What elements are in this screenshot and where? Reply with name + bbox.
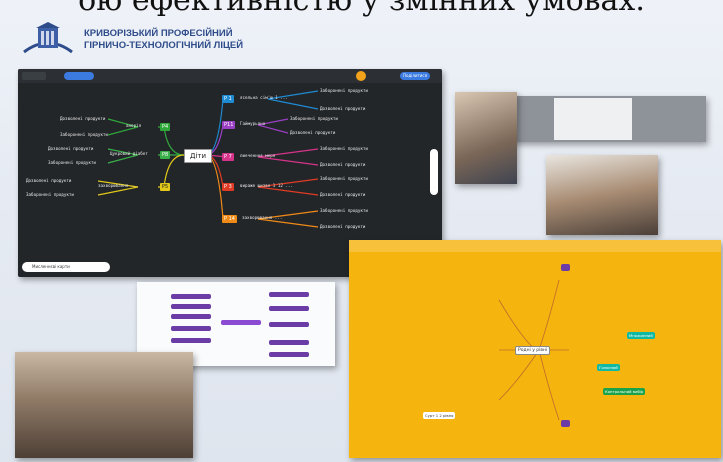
branch-label-3: лиеченння меря xyxy=(240,153,276,158)
leaf-7a: Дозволені продукти xyxy=(48,146,94,151)
zoom-controls[interactable] xyxy=(430,149,438,195)
leaf-8b: Заборонені продукти xyxy=(26,192,74,197)
purple-chip xyxy=(561,420,570,427)
purple-node xyxy=(171,338,211,343)
leaf-4b: Дозволені продукти xyxy=(320,192,366,197)
leaf-3a: Заборонені продукти xyxy=(320,146,368,151)
student-phone-photo-1 xyxy=(455,92,517,184)
student-phone-photo-2 xyxy=(546,155,658,235)
institution-name: КРИВОРІЗЬКИЙ ПРОФЕСІЙНИЙ ГІРНИЧО-ТЕХНОЛО… xyxy=(84,28,243,52)
purple-center-node xyxy=(221,320,261,325)
orange-mindmap-screenshot: Родні у рівні Множинний Голосний Контрол… xyxy=(349,240,721,458)
branch-label-5: захворювання ... xyxy=(242,215,283,220)
purple-node xyxy=(269,352,309,357)
classroom-photo xyxy=(15,352,193,458)
branch-node-5[interactable]: P 14 xyxy=(222,215,237,223)
institution-line-1: КРИВОРІЗЬКИЙ ПРОФЕСІЙНИЙ xyxy=(84,28,233,39)
purple-node xyxy=(171,326,211,331)
green-card: Голосний xyxy=(597,364,620,371)
leaf-5b: Дозволені продукти xyxy=(320,224,366,229)
branch-label-8: захворювання ... xyxy=(98,183,139,188)
green-card: Множинний xyxy=(627,332,655,339)
branch-label-7: Цукровий діабет xyxy=(110,151,148,156)
leaf-2b: Дозволені продукти xyxy=(290,130,336,135)
purple-node xyxy=(269,340,309,345)
purple-chip xyxy=(561,264,570,271)
purple-node xyxy=(171,304,211,309)
center-node[interactable]: Діти xyxy=(184,149,213,163)
branch-node-1[interactable]: P 1 xyxy=(222,95,234,103)
leaf-2a: Заборонені продукти xyxy=(290,116,338,121)
branch-node-7[interactable]: P8 xyxy=(160,151,171,159)
leaf-8a: Дозволені продукти xyxy=(26,178,72,183)
branch-label-2: Гаймурьяно xyxy=(240,121,266,126)
purple-node xyxy=(269,292,309,297)
purple-node xyxy=(171,314,211,319)
institution-line-2: ГІРНИЧО-ТЕХНОЛОГІЧНИЙ ЛІЦЕЙ xyxy=(84,40,244,51)
orange-leaf: Сурт 1 2 рівня xyxy=(423,412,456,419)
dialog-window xyxy=(554,98,632,140)
purple-node xyxy=(269,306,309,311)
leaf-5a: Заборонені продукти xyxy=(320,208,368,213)
branch-node-4[interactable]: P 3 xyxy=(222,183,234,191)
leaf-7b: Заборонені продукти xyxy=(48,160,96,165)
branch-label-6: анорія xyxy=(126,123,142,128)
branch-label-1: ясельна сім'ю 1 ... xyxy=(240,95,288,100)
leaf-4a: Заборонені продукти xyxy=(320,176,368,181)
branch-label-4: вираже щизве 1 12 ... xyxy=(240,183,293,188)
branch-node-6[interactable]: P4 xyxy=(160,123,171,131)
partial-title: ою ефективністю у змінних умовах. xyxy=(78,0,645,18)
green-card: Контрольний вибір xyxy=(603,388,646,395)
purple-node xyxy=(171,294,211,299)
leaf-6b: Заборонені продукти xyxy=(60,132,108,137)
purple-node xyxy=(269,322,309,327)
orange-center-node[interactable]: Родні у рівні xyxy=(515,346,551,355)
branch-node-3[interactable]: P 7 xyxy=(222,153,234,161)
leaf-6a: Дозволені продукти xyxy=(60,116,106,121)
branch-node-8[interactable]: P5 xyxy=(160,183,171,191)
bottom-search-bar[interactable]: Мисленнєві карти xyxy=(22,262,110,272)
leaf-1b: Дозволені продукти xyxy=(320,106,366,111)
leaf-1a: Заборонені продукти xyxy=(320,88,368,93)
leaf-3b: Дозволені продукти xyxy=(320,162,366,167)
lyceum-logo xyxy=(22,22,74,54)
branch-node-2[interactable]: P11 xyxy=(222,121,236,129)
